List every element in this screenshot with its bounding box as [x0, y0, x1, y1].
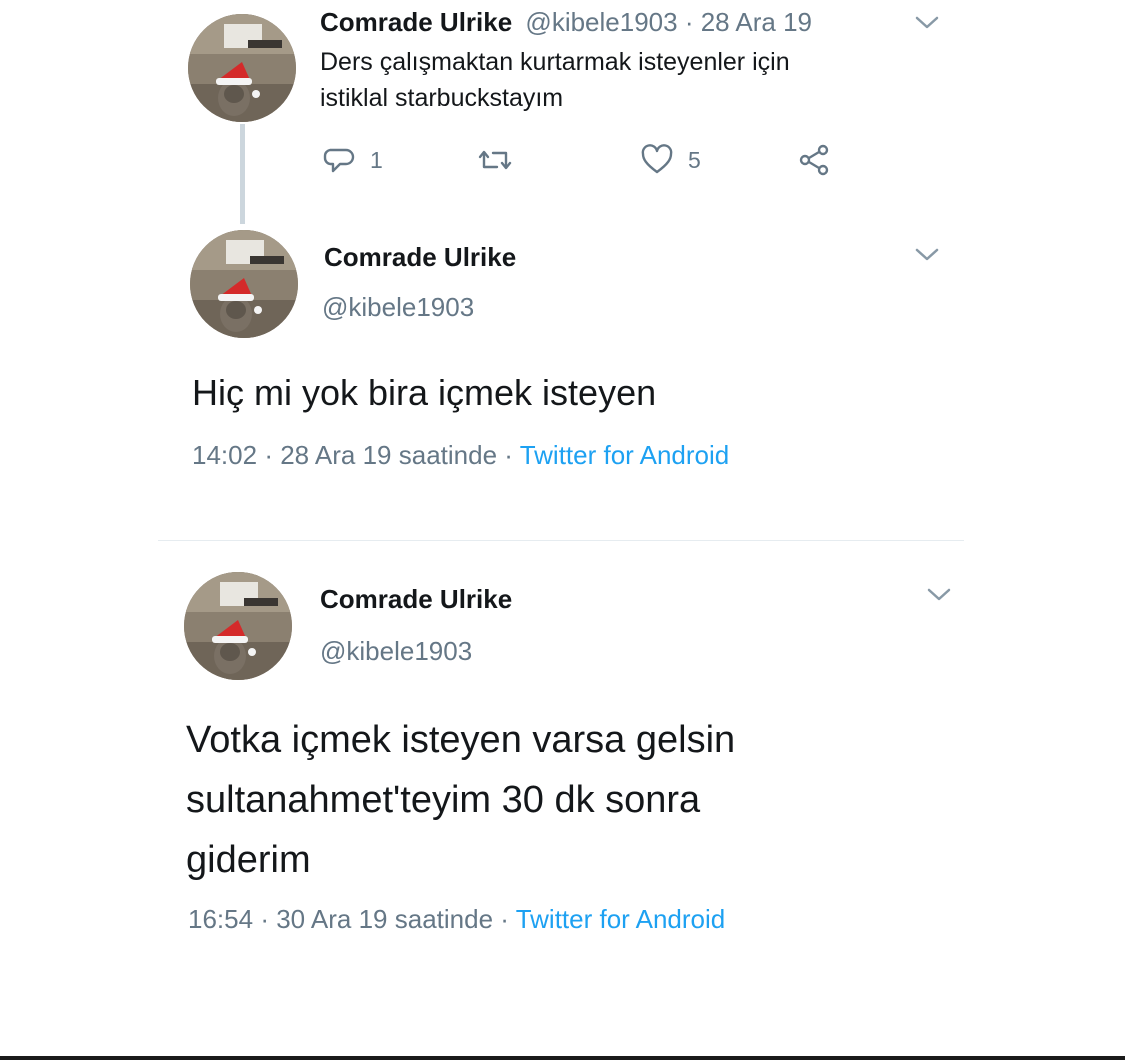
tweet-date: 28 Ara 19 saatinde: [280, 440, 498, 470]
display-name[interactable]: Comrade Ulrike: [324, 242, 516, 273]
source-link[interactable]: Twitter for Android: [520, 440, 730, 470]
tweet-date[interactable]: 28 Ara 19: [701, 7, 812, 37]
avatar-image: [188, 14, 296, 122]
tweet-date: 30 Ara 19 saatinde: [276, 904, 494, 934]
avatar[interactable]: [190, 230, 298, 338]
meta-separator: ·: [504, 440, 520, 470]
divider: [158, 540, 964, 541]
meta-separator: ·: [500, 904, 516, 934]
tweet-time[interactable]: 16:54: [188, 904, 253, 934]
retweet-icon: [478, 150, 512, 170]
avatar[interactable]: [184, 572, 292, 680]
tweet-meta: 14:02 · 28 Ara 19 saatinde · Twitter for…: [192, 440, 729, 471]
heart-icon: [641, 144, 673, 174]
meta-separator: ·: [264, 440, 281, 470]
share-icon: [799, 144, 829, 176]
avatar-image: [190, 230, 298, 338]
tweet-text: Votka içmek isteyen varsa gelsin sultana…: [186, 719, 736, 881]
tweet-time[interactable]: 14:02: [192, 440, 257, 470]
meta-separator: ·: [260, 904, 277, 934]
reply-count: 1: [370, 146, 383, 173]
handle[interactable]: @kibele1903: [525, 7, 677, 37]
chevron-down-icon[interactable]: [914, 14, 940, 32]
chevron-down-icon[interactable]: [926, 586, 952, 604]
display-name[interactable]: Comrade Ulrike: [320, 584, 512, 615]
chevron-down-icon[interactable]: [914, 246, 940, 264]
share-button[interactable]: [798, 140, 832, 180]
tweet-text: Ders çalışmaktan kurtarmak isteyenler iç…: [320, 48, 790, 112]
thread-line: [240, 124, 245, 224]
avatar-image: [184, 572, 292, 680]
meta-separator: ·: [677, 7, 701, 37]
source-link[interactable]: Twitter for Android: [516, 904, 726, 934]
bottom-border: [0, 1056, 1125, 1060]
handle[interactable]: @kibele1903: [322, 292, 474, 323]
tweet-header: Comrade Ulrike @kibele1903 · 28 Ara 19: [320, 4, 812, 40]
reply-button[interactable]: 1: [322, 140, 383, 180]
tweet-text: Hiç mi yok bira içmek isteyen: [192, 372, 657, 413]
handle[interactable]: @kibele1903: [320, 636, 472, 667]
like-count: 5: [688, 146, 701, 173]
retweet-button[interactable]: [478, 140, 512, 180]
like-button[interactable]: 5: [640, 140, 701, 180]
reply-icon: [323, 148, 355, 173]
display-name[interactable]: Comrade Ulrike: [320, 7, 512, 37]
avatar[interactable]: [188, 14, 296, 122]
tweet-meta: 16:54 · 30 Ara 19 saatinde · Twitter for…: [188, 904, 725, 935]
